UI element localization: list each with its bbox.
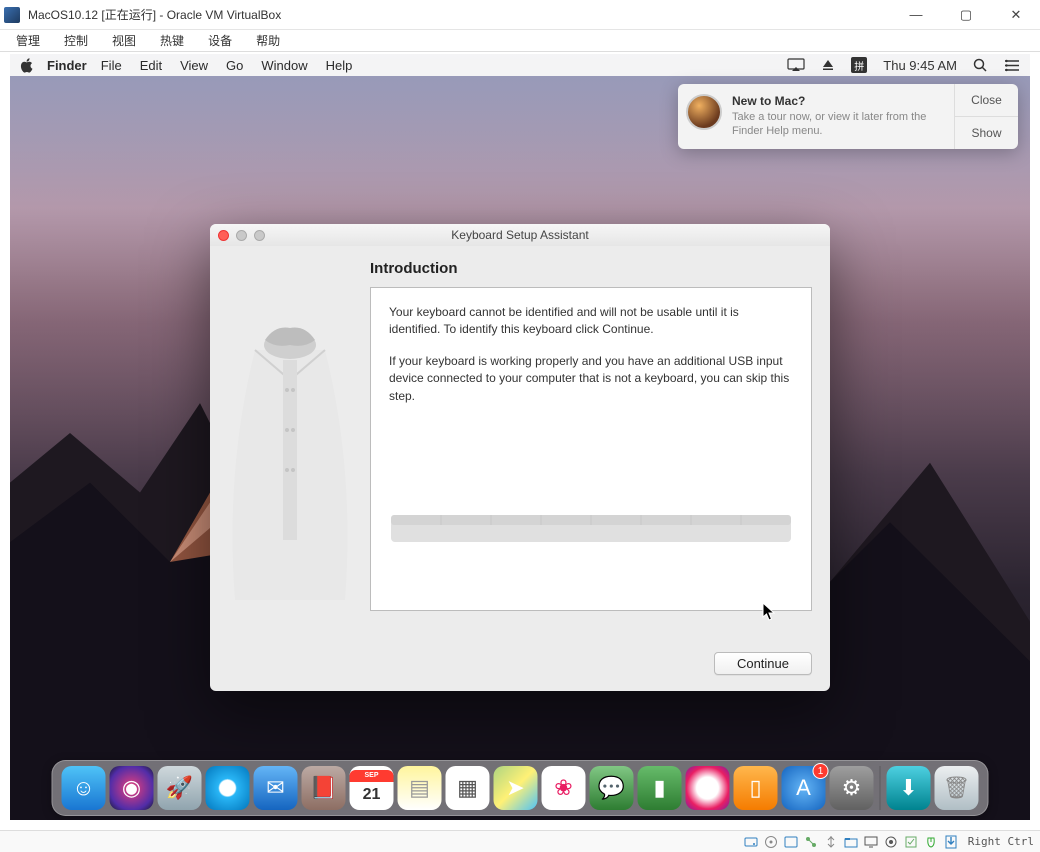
status-mouse-integration-icon[interactable]: [924, 835, 938, 849]
status-shared-folders-icon[interactable]: [844, 835, 858, 849]
dock-finder[interactable]: ☺: [62, 766, 106, 810]
virtualbox-icon: [4, 7, 20, 23]
menu-devices[interactable]: 设备: [198, 30, 242, 51]
window-title: MacOS10.12 [正在运行] - Oracle VM VirtualBox: [28, 6, 902, 23]
status-display-icon[interactable]: [864, 835, 878, 849]
keyboard-setup-dialog: Keyboard Setup Assistant: [210, 224, 830, 691]
app-name[interactable]: Finder: [47, 58, 87, 73]
status-recording-icon[interactable]: [884, 835, 898, 849]
cursor-icon: [762, 602, 776, 622]
status-audio-icon[interactable]: [784, 835, 798, 849]
airplay-icon[interactable]: [787, 58, 805, 72]
dock-preferences[interactable]: ⚙: [830, 766, 874, 810]
dock-appstore[interactable]: A1: [782, 766, 826, 810]
dock-ibooks[interactable]: ▯: [734, 766, 778, 810]
dock-siri[interactable]: ◉: [110, 766, 154, 810]
status-features-icon[interactable]: [904, 835, 918, 849]
continue-button[interactable]: Continue: [714, 652, 812, 675]
menu-view[interactable]: 视图: [102, 30, 146, 51]
notification-subtitle: Take a tour now, or view it later from t…: [732, 110, 946, 139]
dock-facetime[interactable]: ▮: [638, 766, 682, 810]
dock-messages[interactable]: 💬: [590, 766, 634, 810]
dock-launchpad[interactable]: 🚀: [158, 766, 202, 810]
notification-close-button[interactable]: Close: [955, 84, 1018, 116]
eject-icon[interactable]: [821, 58, 835, 72]
appstore-badge: 1: [813, 763, 829, 779]
apple-menu-icon[interactable]: [20, 58, 33, 73]
virtualbox-statusbar: Right Ctrl: [0, 830, 1040, 852]
menu-hotkeys[interactable]: 热键: [150, 30, 194, 51]
status-optical-icon[interactable]: [764, 835, 778, 849]
menu-help[interactable]: 帮助: [246, 30, 290, 51]
status-usb-icon[interactable]: [824, 835, 838, 849]
keyboard-illustration-icon: [371, 500, 811, 550]
clock[interactable]: Thu 9:45 AM: [883, 58, 957, 73]
dialog-paragraph-2: If your keyboard is working properly and…: [389, 353, 793, 405]
dock-itunes[interactable]: ♫: [686, 766, 730, 810]
hostkey-label: Right Ctrl: [968, 835, 1034, 848]
dialog-paragraph-1: Your keyboard cannot be identified and w…: [389, 304, 793, 339]
traffic-close-icon[interactable]: [218, 230, 229, 241]
dialog-content-panel: Your keyboard cannot be identified and w…: [370, 287, 812, 611]
menu-file[interactable]: File: [101, 58, 122, 73]
status-harddisk-icon[interactable]: [744, 835, 758, 849]
menu-go[interactable]: Go: [226, 58, 243, 73]
spotlight-icon[interactable]: [973, 58, 988, 73]
menu-view-mac[interactable]: View: [180, 58, 208, 73]
dock-separator: [880, 766, 881, 810]
menu-control[interactable]: 控制: [54, 30, 98, 51]
status-keyboard-icon[interactable]: [944, 835, 958, 849]
maximize-button[interactable]: ▢: [952, 7, 980, 23]
virtualbox-titlebar: MacOS10.12 [正在运行] - Oracle VM VirtualBox…: [0, 0, 1040, 30]
traffic-minimize-icon: [236, 230, 247, 241]
dialog-title: Keyboard Setup Assistant: [451, 228, 588, 242]
dock: ☺◉🚀✦✉📕SEP21▤▦➤❀💬▮♫▯A1⚙ ⬇🗑: [52, 760, 989, 816]
dock-contacts[interactable]: 📕: [302, 766, 346, 810]
dock-downloads[interactable]: ⬇: [887, 766, 931, 810]
guest-viewport: Finder File Edit View Go Window Help 拼 T…: [10, 54, 1030, 820]
minimize-button[interactable]: —: [902, 7, 930, 23]
menu-help-mac[interactable]: Help: [326, 58, 353, 73]
dialog-sidebar-image: [210, 260, 370, 640]
notification-center-icon[interactable]: [1004, 59, 1020, 72]
dock-mail[interactable]: ✉: [254, 766, 298, 810]
traffic-zoom-icon: [254, 230, 265, 241]
status-network-icon[interactable]: [804, 835, 818, 849]
notification-app-icon: [686, 94, 722, 130]
dock-notes[interactable]: ▤: [398, 766, 442, 810]
close-button[interactable]: ✕: [1002, 7, 1030, 23]
dialog-heading: Introduction: [370, 260, 812, 277]
menu-manage[interactable]: 管理: [6, 30, 50, 51]
macos-menubar: Finder File Edit View Go Window Help 拼 T…: [10, 54, 1030, 76]
notification-title: New to Mac?: [732, 94, 946, 108]
menu-edit[interactable]: Edit: [140, 58, 162, 73]
dock-calendar[interactable]: SEP21: [350, 766, 394, 810]
macos-desktop[interactable]: Finder File Edit View Go Window Help 拼 T…: [10, 54, 1030, 820]
menu-window[interactable]: Window: [261, 58, 307, 73]
dock-reminders[interactable]: ▦: [446, 766, 490, 810]
dock-trash[interactable]: 🗑: [935, 766, 979, 810]
notification-show-button[interactable]: Show: [955, 116, 1018, 149]
dock-maps[interactable]: ➤: [494, 766, 538, 810]
dock-safari[interactable]: ✦: [206, 766, 250, 810]
dialog-titlebar[interactable]: Keyboard Setup Assistant: [210, 224, 830, 246]
virtualbox-menubar: 管理 控制 视图 热键 设备 帮助: [0, 30, 1040, 52]
input-method-icon[interactable]: 拼: [851, 57, 867, 73]
notification-banner: New to Mac? Take a tour now, or view it …: [678, 84, 1018, 149]
dock-photos[interactable]: ❀: [542, 766, 586, 810]
